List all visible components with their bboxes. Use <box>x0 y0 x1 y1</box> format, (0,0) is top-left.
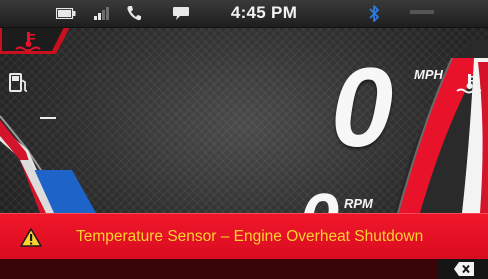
status-placeholder <box>410 10 434 14</box>
alert-message: Temperature Sensor – Engine Overheat Shu… <box>76 228 424 245</box>
fuel-tick-mark <box>40 117 56 119</box>
bluetooth-icon <box>369 5 379 22</box>
rpm-unit-label: RPM <box>344 196 373 211</box>
signal-icon <box>94 7 109 20</box>
message-icon <box>173 7 189 20</box>
alert-footer <box>0 259 488 279</box>
dashboard-screen: 4:45 PM MPH 0 0 RPM Tempera <box>0 0 488 279</box>
warning-icon <box>20 228 42 247</box>
phone-icon <box>127 6 141 21</box>
clock: 4:45 PM <box>230 3 298 22</box>
alert-banner: Temperature Sensor – Engine Overheat Shu… <box>0 213 488 260</box>
coolant-temperature-icon <box>456 74 482 94</box>
speed-readout: 0 <box>330 45 394 170</box>
battery-icon <box>56 8 76 19</box>
close-icon <box>454 262 474 276</box>
status-bar: 4:45 PM <box>0 0 488 28</box>
dismiss-alert-button[interactable] <box>438 259 488 279</box>
fuel-pump-icon <box>9 73 28 92</box>
engine-temperature-icon <box>15 32 41 52</box>
